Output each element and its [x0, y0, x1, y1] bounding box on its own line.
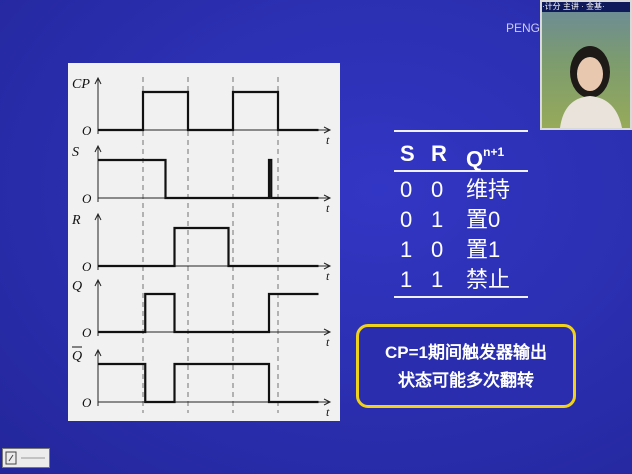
row-3-q: 禁止	[466, 267, 511, 292]
t-label-S: t	[326, 201, 330, 215]
waveform-Q_bar	[98, 362, 319, 404]
row-2-r: 0	[431, 237, 444, 262]
row-3-s: 1	[400, 267, 413, 292]
presenter-face	[577, 57, 603, 91]
row-3-r: 1	[431, 267, 444, 292]
origin-label-Q_bar: O	[82, 395, 92, 410]
note-callout: CP=1期间触发器输出 状态可能多次翻转	[356, 324, 576, 408]
webcam-caption: ·计分 主讲 · 金基·	[542, 2, 630, 12]
table-bottom-rule	[394, 296, 528, 298]
timing-diagram: CPOtSOtROtQOtQOt	[71, 76, 332, 419]
row-1-s: 0	[400, 207, 413, 232]
origin-label-CP: O	[82, 123, 92, 138]
t-label-Q_bar: t	[326, 405, 330, 419]
header-q-next: Qn+1	[466, 142, 504, 171]
slide-control-icon[interactable]	[2, 448, 50, 468]
waveform-S	[98, 158, 319, 200]
row-0-s: 0	[400, 177, 413, 202]
t-label-R: t	[326, 269, 330, 283]
t-label-Q: t	[326, 335, 330, 349]
signal-label-R: R	[71, 213, 81, 228]
timing-diagram-panel: CP Ot S Ot R Ot Q Ot Q Ot	[68, 63, 340, 421]
waveform-R	[98, 226, 319, 268]
waveform-Q	[98, 292, 319, 334]
origin-label-S: O	[82, 191, 92, 206]
signal-label-S: S	[72, 145, 79, 160]
signal-label-CP: CP	[72, 77, 90, 92]
presenter-body	[560, 96, 622, 128]
row-1-q: 置0	[466, 207, 501, 232]
note-line-2: 状态可能多次翻转	[398, 371, 534, 390]
table-top-rule	[394, 130, 528, 132]
origin-label-Q: O	[82, 325, 92, 340]
header-q: Q	[466, 146, 484, 172]
row-2-s: 1	[400, 237, 413, 262]
table-header-rule	[394, 170, 528, 172]
t-label-CP: t	[326, 133, 330, 147]
webcam-overlay: ·计分 主讲 · 金基·	[540, 0, 632, 130]
signal-label-Q_bar: Q	[72, 349, 82, 364]
corner-glyph-icon	[5, 451, 45, 465]
header-r: R	[431, 141, 447, 166]
row-0-q: 维持	[466, 177, 511, 202]
presenter-video	[560, 46, 622, 128]
origin-label-R: O	[82, 259, 92, 274]
row-0-r: 0	[431, 177, 444, 202]
header-q-superscript: n+1	[483, 145, 505, 159]
row-2-q: 置1	[466, 237, 501, 262]
waveform-CP	[98, 90, 319, 132]
header-s: S	[400, 141, 415, 166]
truth-table: S R Qn+1 0 0 维持 0 1 置0 1 0 置1 1 1 禁止	[394, 128, 528, 300]
row-1-r: 1	[431, 207, 444, 232]
signal-label-Q: Q	[72, 279, 82, 294]
note-line-1: CP=1期间触发器输出	[385, 343, 547, 362]
